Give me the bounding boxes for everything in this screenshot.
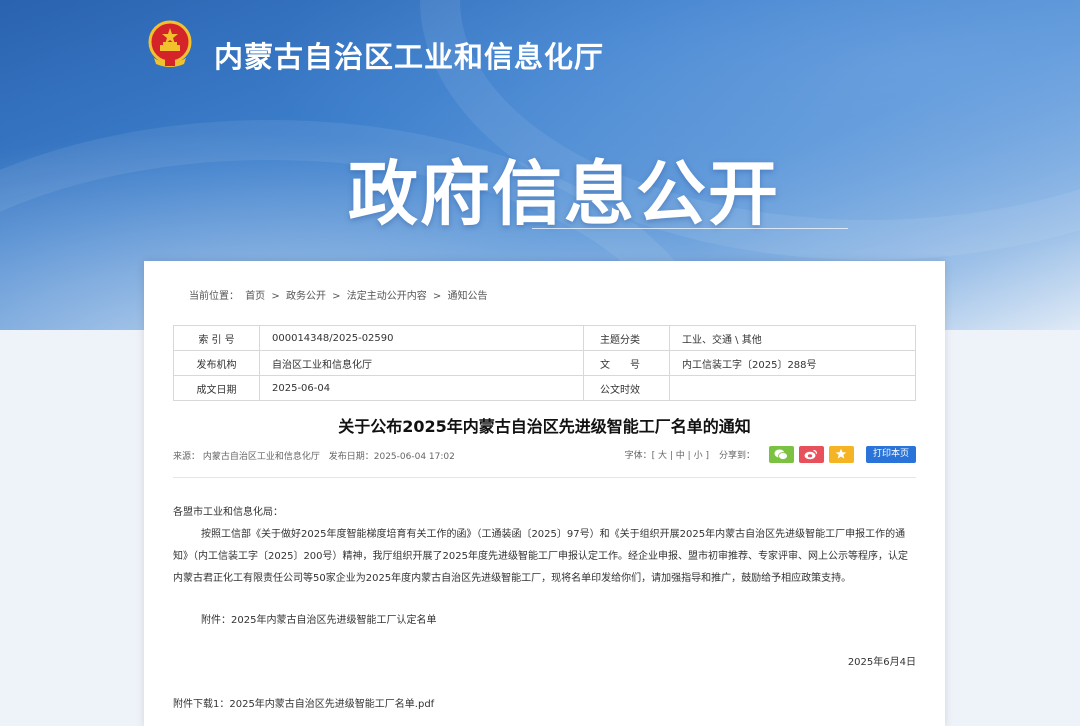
breadcrumb-separator: > xyxy=(271,291,280,302)
article-publish-date: 发布日期：2025-06-04 17:02 xyxy=(328,452,455,462)
validity-label: 公文时效 xyxy=(583,375,670,401)
star-icon xyxy=(836,448,847,459)
font-size-end: ] xyxy=(705,450,709,461)
body-paragraph: 按照工信部《关于做好2025年度智能梯度培育有关工作的函》（工通装函〔2025〕… xyxy=(173,529,908,584)
wechat-icon xyxy=(774,449,789,460)
divider xyxy=(173,477,916,478)
salutation: 各盟市工业和信息化局： xyxy=(173,507,283,518)
share-wechat-button[interactable] xyxy=(768,445,794,463)
font-size-large[interactable]: 大 xyxy=(658,451,667,461)
meta-row: 索 引 号 000014348/2025-02590 主题分类 工业、交通 \ … xyxy=(173,325,916,351)
banner-underline xyxy=(532,228,848,229)
attachment-note: 附件：2025年内蒙古自治区先进级智能工厂认定名单 xyxy=(201,615,437,626)
index-label: 索 引 号 xyxy=(173,325,260,351)
publisher-label: 发布机构 xyxy=(173,350,260,376)
index-value: 000014348/2025-02590 xyxy=(259,325,584,351)
share-weibo-button[interactable] xyxy=(798,445,824,463)
breadcrumb-separator: > xyxy=(332,291,341,302)
meta-row: 发布机构 自治区工业和信息化厅 文 号 内工信装工字〔2025〕288号 xyxy=(173,350,916,376)
article-title: 关于公布2025年内蒙古自治区先进级智能工厂名单的通知 xyxy=(338,417,751,436)
site-title[interactable]: 内蒙古自治区工业和信息化厅 xyxy=(214,34,604,76)
article-tools: 字体：[ 大 | 中 | 小 ] 分享到： 打印本页 xyxy=(625,445,916,463)
article-body: 各盟市工业和信息化局： 按照工信部《关于做好2025年度智能梯度培育有关工作的函… xyxy=(173,502,916,716)
breadcrumb-item-statutory[interactable]: 法定主动公开内容 xyxy=(347,291,427,302)
article-source: 来源： 内蒙古自治区工业和信息化厅 xyxy=(173,452,320,462)
font-size-medium[interactable]: 中 xyxy=(676,451,685,461)
source-row: 来源： 内蒙古自治区工业和信息化厅 发布日期：2025-06-04 17:02 xyxy=(173,449,461,462)
date-value: 2025-06-04 xyxy=(259,375,584,401)
breadcrumb-prefix: 当前位置： xyxy=(189,291,239,302)
topic-value: 工业、交通 \ 其他 xyxy=(669,325,916,351)
font-size-label: 字体：[ xyxy=(624,450,656,461)
banner-title: 政府信息公开 xyxy=(348,153,780,235)
breadcrumb-item-gov-affairs[interactable]: 政务公开 xyxy=(286,291,326,302)
meta-row: 成文日期 2025-06-04 公文时效 xyxy=(173,375,916,401)
favorite-button[interactable] xyxy=(828,445,854,463)
topic-label: 主题分类 xyxy=(583,325,670,351)
sign-date: 2025年6月4日 xyxy=(847,657,916,668)
docno-value: 内工信装工字〔2025〕288号 xyxy=(669,350,916,376)
share-label: 分享到： xyxy=(718,450,755,461)
weibo-icon xyxy=(804,449,818,459)
document-meta-table: 索 引 号 000014348/2025-02590 主题分类 工业、交通 \ … xyxy=(173,325,916,401)
docno-label: 文 号 xyxy=(583,350,670,376)
content-card: 当前位置： 首页 > 政务公开 > 法定主动公开内容 > 通知公告 索 引 号 … xyxy=(144,261,945,726)
date-label: 成文日期 xyxy=(173,375,260,401)
breadcrumb-item-notices[interactable]: 通知公告 xyxy=(447,291,487,302)
national-emblem-icon[interactable] xyxy=(146,20,194,70)
font-size-small[interactable]: 小 xyxy=(694,451,703,461)
breadcrumb-separator: > xyxy=(432,291,442,302)
publisher-value: 自治区工业和信息化厅 xyxy=(259,350,584,376)
print-button[interactable]: 打印本页 xyxy=(865,445,916,463)
breadcrumb-item-home[interactable]: 首页 xyxy=(245,291,265,302)
attachment-download-link[interactable]: 附件下载1：2025年内蒙古自治区先进级智能工厂名单.pdf xyxy=(173,694,916,716)
validity-value xyxy=(669,375,916,401)
font-size-switcher: 字体：[ 大 | 中 | 小 ] xyxy=(624,450,709,461)
breadcrumb: 当前位置： 首页 > 政务公开 > 法定主动公开内容 > 通知公告 xyxy=(189,287,490,302)
